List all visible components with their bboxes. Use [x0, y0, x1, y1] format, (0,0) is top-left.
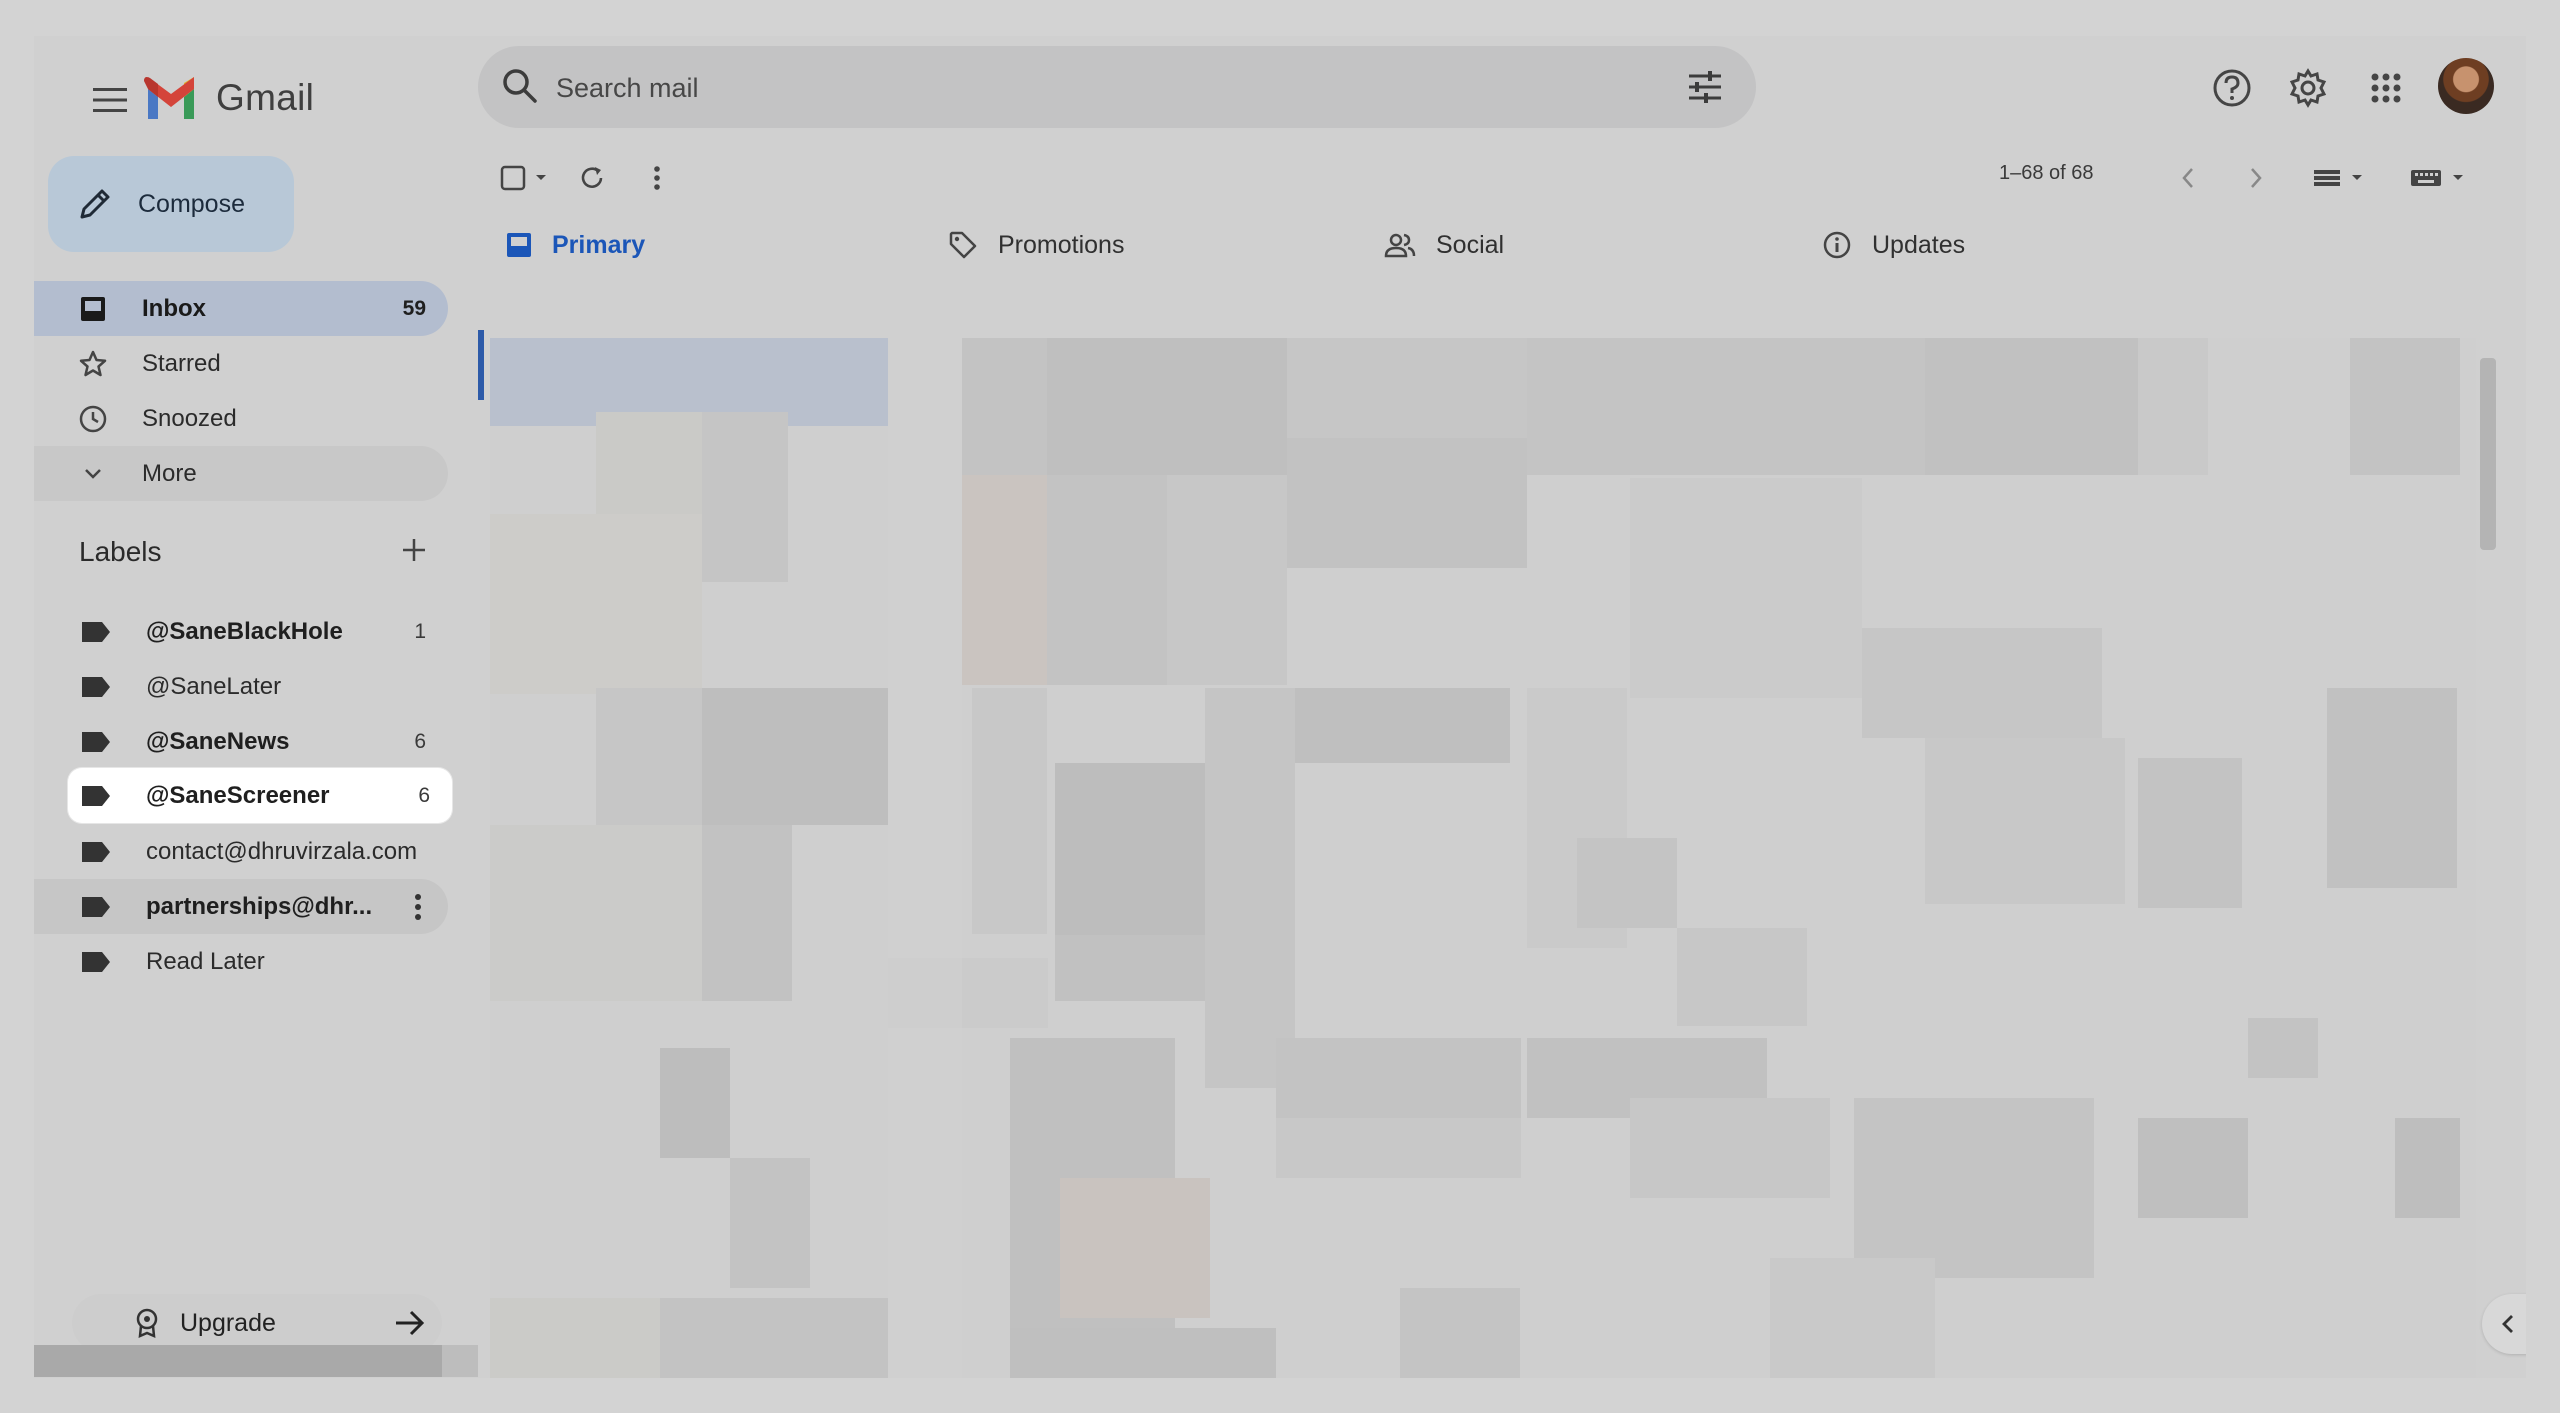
vertical-scrollbar-thumb[interactable] [2480, 358, 2496, 550]
tab-label: Primary [552, 230, 646, 259]
tab-social[interactable]: Social [1384, 214, 1504, 276]
compose-label: Compose [138, 189, 245, 218]
chevron-left-icon [2502, 1315, 2513, 1333]
tab-promotions[interactable]: Promotions [948, 214, 1124, 276]
add-label-button[interactable] [394, 530, 434, 570]
labels-heading: Labels [79, 536, 162, 567]
account-avatar[interactable] [2438, 58, 2494, 114]
inbox-icon [506, 232, 532, 258]
gmail-window: Gmail Compose Inbox 59 Starred Snooz [34, 36, 2526, 1378]
label-item-partnerships[interactable]: partnerships@dhr... [34, 879, 448, 934]
compose-button[interactable]: Compose [48, 156, 294, 252]
nav-label: Starred [142, 349, 221, 377]
help-icon[interactable] [2204, 60, 2260, 116]
label-count: 6 [414, 729, 426, 753]
label-item-saneblackhole[interactable]: @SaneBlackHole 1 [34, 604, 448, 659]
label-count: 1 [414, 619, 426, 643]
people-icon [1384, 231, 1416, 259]
label-tag-icon [82, 841, 110, 863]
pagination-range: 1–68 of 68 [1999, 162, 2094, 184]
label-name: contact@dhruvirzala.com [146, 837, 418, 865]
gmail-m-icon [144, 77, 194, 119]
search-options-icon[interactable] [1686, 68, 1724, 111]
search-input[interactable] [554, 46, 1558, 130]
inbox-icon [78, 294, 108, 324]
nav-label: Inbox [142, 294, 206, 322]
more-options-kebab-icon[interactable] [642, 158, 672, 198]
label-item-contact[interactable]: contact@dhruvirzala.com [34, 824, 448, 879]
chevron-down-icon [78, 459, 108, 489]
label-tag-icon [82, 896, 110, 918]
star-icon [78, 349, 108, 379]
search-bar[interactable] [478, 46, 1756, 130]
label-options-kebab-icon[interactable] [404, 887, 432, 927]
input-tools-keyboard-icon[interactable] [2408, 158, 2472, 198]
apps-grid-icon[interactable] [2358, 60, 2414, 116]
tab-label: Updates [1872, 230, 1966, 259]
label-tag-icon [82, 676, 110, 698]
nav-item-inbox[interactable]: Inbox 59 [34, 281, 448, 336]
tab-primary[interactable]: Primary [506, 214, 645, 276]
label-name: partnerships@dhr... [146, 892, 373, 920]
newer-page-chevron-left-icon[interactable] [2168, 158, 2208, 198]
horizontal-scrollbar-thumb[interactable] [34, 1345, 442, 1377]
nav-label: Snoozed [142, 404, 237, 432]
label-item-read-later[interactable]: Read Later [34, 934, 448, 989]
label-tag-icon [82, 621, 110, 643]
label-count: 6 [418, 783, 430, 807]
pencil-icon [78, 187, 112, 221]
pixelated-mosaic [490, 338, 2476, 1378]
label-name: @SaneBlackHole [146, 617, 343, 645]
label-item-sanelater[interactable]: @SaneLater [34, 659, 448, 714]
nav-item-starred[interactable]: Starred [34, 336, 448, 391]
label-name: @SaneScreener [146, 781, 330, 809]
label-name: Read Later [146, 947, 265, 975]
tab-label: Promotions [998, 230, 1125, 259]
select-all-checkbox[interactable] [500, 158, 552, 198]
search-icon[interactable] [500, 66, 540, 111]
nav-item-more[interactable]: More [34, 446, 448, 501]
tag-icon [948, 230, 978, 260]
unread-count: 59 [402, 296, 426, 320]
main-panel: 1–68 of 68 Primary Promotions Social Upd… [478, 144, 2500, 1378]
gmail-logo[interactable]: Gmail [144, 66, 314, 130]
email-list-obscured[interactable] [490, 338, 2476, 1378]
refresh-icon[interactable] [572, 158, 612, 198]
density-toggle-icon[interactable] [2310, 158, 2370, 198]
label-item-sanenews[interactable]: @SaneNews 6 [34, 714, 448, 769]
label-tag-icon [82, 731, 110, 753]
label-tag-icon [82, 951, 110, 973]
plus-icon [403, 539, 425, 561]
hamburger-icon [93, 88, 127, 112]
upgrade-label: Upgrade [180, 1308, 276, 1337]
nav-item-snoozed[interactable]: Snoozed [34, 391, 448, 446]
nav-label: More [142, 459, 197, 487]
label-name: @SaneLater [146, 672, 282, 700]
clock-icon [78, 404, 108, 434]
arrow-right-icon [394, 1309, 426, 1337]
selected-row-indicator [478, 330, 484, 400]
label-item-sanescreener[interactable]: @SaneScreener 6 [68, 768, 452, 823]
label-tag-icon [82, 785, 110, 807]
tab-label: Social [1436, 230, 1505, 259]
app-name: Gmail [216, 77, 315, 118]
tab-updates[interactable]: Updates [1822, 214, 1965, 276]
upgrade-button[interactable]: Upgrade [72, 1294, 442, 1352]
label-name: @SaneNews [146, 727, 290, 755]
older-page-chevron-right-icon[interactable] [2236, 158, 2276, 198]
award-badge-icon [134, 1308, 160, 1338]
main-menu-button[interactable] [78, 68, 142, 132]
settings-gear-icon[interactable] [2280, 60, 2336, 116]
info-icon [1822, 230, 1852, 260]
